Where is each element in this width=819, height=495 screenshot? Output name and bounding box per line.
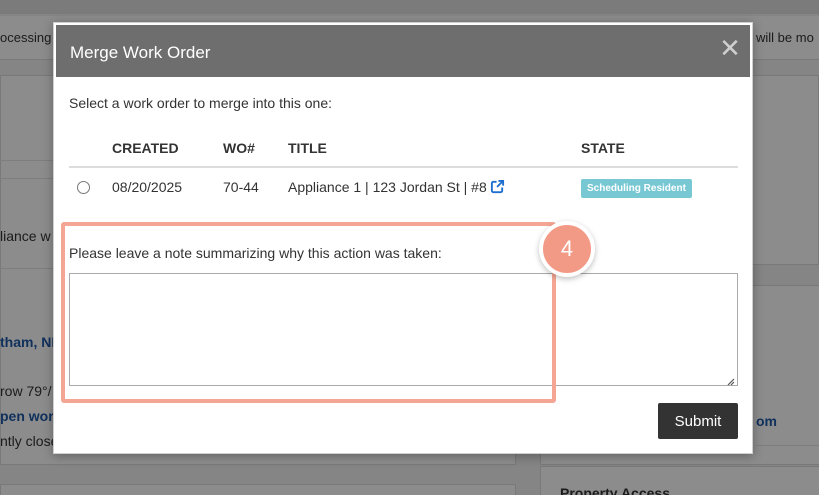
dialog-title: Merge Work Order — [70, 43, 211, 62]
row-created-date: 08/20/2025 — [112, 179, 183, 195]
external-link-icon[interactable] — [490, 179, 505, 197]
submit-button[interactable]: Submit — [658, 403, 738, 439]
resize-grip-icon[interactable] — [725, 373, 735, 386]
tutorial-highlight-box — [61, 222, 556, 403]
column-header-created: CREATED — [112, 140, 179, 156]
dialog-instruction: Select a work order to merge into this o… — [69, 95, 333, 111]
column-header-wo: WO# — [223, 140, 255, 156]
table-header-divider — [69, 166, 738, 168]
state-badge: Scheduling Resident — [581, 179, 692, 198]
close-icon[interactable]: ✕ — [719, 35, 741, 61]
column-header-state: STATE — [581, 140, 625, 156]
work-order-radio[interactable] — [77, 181, 90, 194]
row-title: Appliance 1 | 123 Jordan St | #8 — [288, 179, 505, 197]
dialog-header: Merge Work Order ✕ — [56, 25, 750, 77]
column-header-title: TITLE — [288, 140, 327, 156]
step-number-badge: 4 — [539, 221, 595, 277]
row-title-text: Appliance 1 | 123 Jordan St | #8 — [288, 179, 487, 195]
row-wo-number: 70-44 — [223, 179, 259, 195]
